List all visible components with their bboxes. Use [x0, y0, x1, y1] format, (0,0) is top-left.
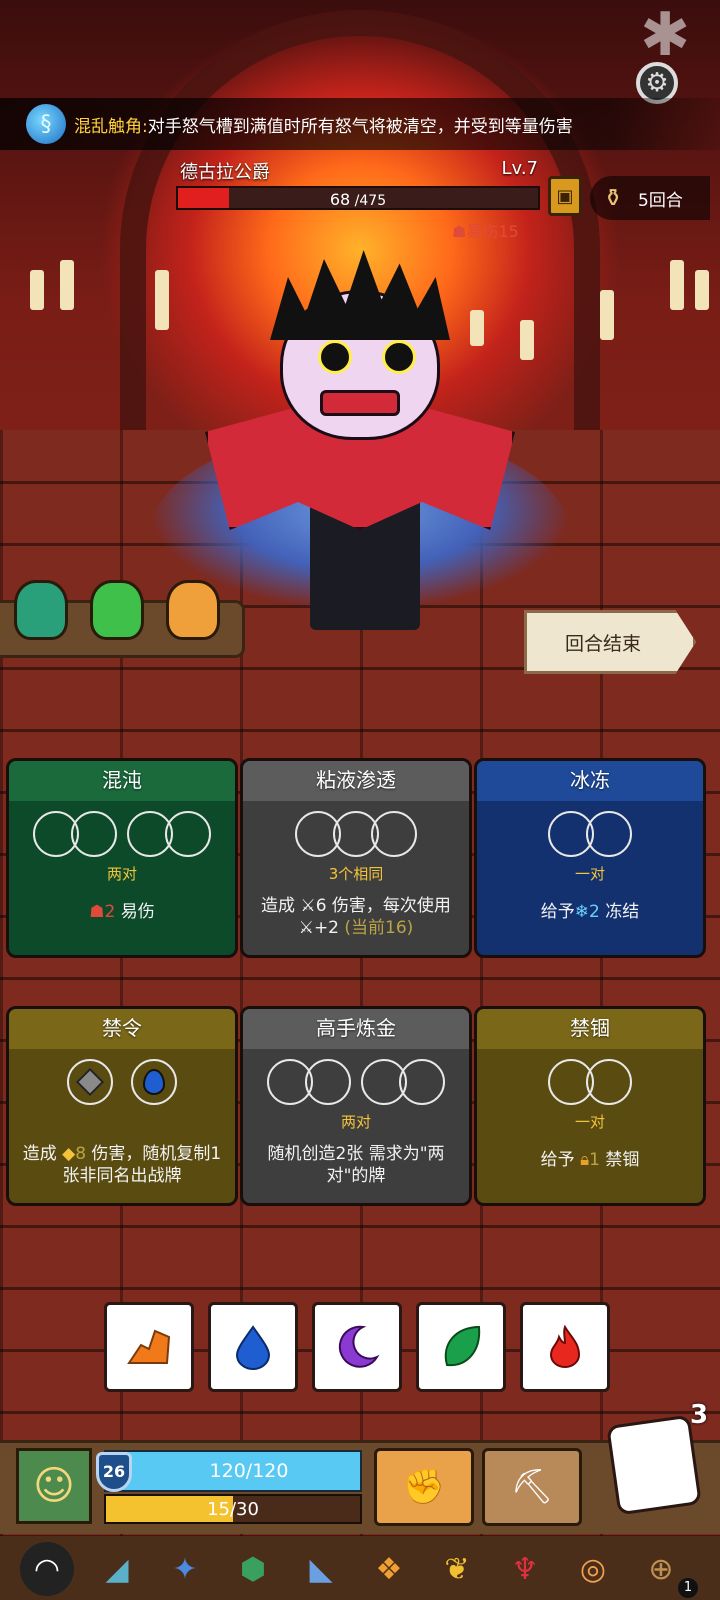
- card-forbid[interactable]: 禁令 造成 ◆8 伤害，随机复制1张非同名出战牌: [6, 1006, 238, 1206]
- turtle-shell-relic-icon[interactable]: ⬢: [226, 1542, 280, 1596]
- green-potion-icon[interactable]: [14, 580, 68, 640]
- skill-name: 混乱触角:: [74, 116, 148, 137]
- lime-potion-icon[interactable]: [90, 580, 144, 640]
- fist-skill-button[interactable]: ✊: [374, 1448, 474, 1526]
- card-effect: 给予❄2 冻结: [540, 902, 640, 922]
- die-fire[interactable]: [520, 1302, 610, 1392]
- ice-blade-relic-icon[interactable]: ◣: [294, 1542, 348, 1596]
- card-title: 禁令: [9, 1009, 235, 1049]
- player-hp-bar: 120/120: [104, 1450, 362, 1492]
- round-label: 5回合: [638, 190, 683, 211]
- tentacle-skill-icon: §: [26, 104, 66, 144]
- card-requirement: 3个相同: [328, 865, 384, 883]
- card-effect: 造成 ⚔6 伤害，每次使用 ⚔+2 (当前16): [261, 896, 451, 938]
- card-requirement: 一对: [574, 865, 605, 883]
- boss-intent-card-icon[interactable]: ▣: [548, 176, 582, 216]
- card-effect: 造成 ◆8 伤害，随机复制1张非同名出战牌: [22, 1144, 222, 1186]
- red-flame-icon: [549, 1324, 581, 1368]
- orange-rock-icon: [127, 1329, 171, 1364]
- compass-relic-icon[interactable]: ✦: [158, 1542, 212, 1596]
- boss-hair: [270, 250, 450, 340]
- pickaxe-skill-button[interactable]: ⛏: [482, 1448, 582, 1526]
- boss-hp-bar: 68 /475: [176, 186, 540, 210]
- card-master-alchemy[interactable]: 高手炼金 两对 随机创造2张 需求为"两对"的牌: [240, 1006, 472, 1206]
- purple-moon-icon: [338, 1325, 380, 1368]
- die-water[interactable]: [208, 1302, 298, 1392]
- spider-web-icon: ✱: [640, 0, 691, 70]
- card-slime-seep[interactable]: 粘液渗透 3个相同 造成 ⚔6 伤害，每次使用 ⚔+2 (当前16): [240, 758, 472, 958]
- die-rock[interactable]: [104, 1302, 194, 1392]
- card-effect: 随机创造2张 需求为"两对"的牌: [267, 1144, 445, 1186]
- dice-slots: [243, 811, 469, 857]
- boss-hp-text: 68 /475: [329, 190, 387, 209]
- flame-bird-relic-icon[interactable]: ❖: [362, 1542, 416, 1596]
- player-level-badge: 26: [96, 1452, 132, 1492]
- hourglass-icon: ⚱: [602, 184, 624, 212]
- snowflake-icon: ❄: [574, 902, 589, 922]
- fist-icon: ✊: [402, 1467, 446, 1507]
- card-title: 混沌: [9, 761, 235, 801]
- card-title: 高手炼金: [243, 1009, 469, 1049]
- card-effect: 给予 🔒︎1 禁锢: [540, 1150, 640, 1170]
- player-xp-bar: 15/30: [104, 1494, 362, 1524]
- skill-description: 对手怒气槽到满值时所有怒气将被清空，并受到等量伤害: [147, 116, 573, 137]
- player-xp-text: 15/30: [207, 1499, 259, 1520]
- blade-relic-icon[interactable]: ◢: [90, 1542, 144, 1596]
- player-avatar[interactable]: ☺: [16, 1448, 92, 1524]
- pickaxe-icon: ⛏: [510, 1467, 554, 1507]
- boss-status-panel: 德古拉公爵 Lv.7 68 /475: [172, 154, 544, 216]
- drop-slot-icon: [131, 1059, 177, 1105]
- dice-slots: [477, 1059, 703, 1105]
- sword-icon: ⚔: [298, 918, 314, 938]
- relic-count-badge: 1: [678, 1578, 698, 1598]
- boss-level: Lv.7: [501, 158, 538, 179]
- blue-drop-icon: [235, 1325, 271, 1370]
- dice-bag-count: 3: [690, 1400, 709, 1430]
- end-turn-button[interactable]: 回合结束: [524, 610, 696, 674]
- card-freeze[interactable]: 冰冻 一对 给予❄2 冻结: [474, 758, 706, 958]
- die-moon[interactable]: [312, 1302, 402, 1392]
- card-requirement: 两对: [340, 1113, 371, 1131]
- card-title: 冰冻: [477, 761, 703, 801]
- green-leaf-icon: [444, 1325, 481, 1367]
- die-leaf[interactable]: [416, 1302, 506, 1392]
- card-requirement: 一对: [574, 1113, 605, 1131]
- vulnerable-icon: ☗: [452, 222, 467, 241]
- orange-ring-relic-icon[interactable]: ◎: [566, 1542, 620, 1596]
- vulnerable-icon: ☗: [89, 902, 105, 922]
- boss-name: 德古拉公爵: [180, 162, 270, 183]
- card-imprison[interactable]: 禁锢 一对 给予 🔒︎1 禁锢: [474, 1006, 706, 1206]
- dice-slots: [477, 811, 703, 857]
- card-title: 禁锢: [477, 1009, 703, 1049]
- sword-icon: ⚔: [300, 896, 316, 916]
- feather-relic-icon[interactable]: ❦: [430, 1542, 484, 1596]
- card-effect: ☗2 易伤: [89, 902, 155, 922]
- dice-slots: [9, 811, 235, 857]
- boss-skill-banner: § 混乱触角: 对手怒气槽到满值时所有怒气将被清空，并受到等量伤害: [0, 98, 720, 150]
- orange-potion-icon[interactable]: [166, 580, 220, 640]
- card-requirement: 两对: [106, 865, 137, 883]
- dice-slots: [9, 1059, 235, 1105]
- card-chaos[interactable]: 混沌 两对 ☗2 易伤: [6, 758, 238, 958]
- boss-mouth: [320, 390, 400, 416]
- dice-bag-button[interactable]: [606, 1414, 702, 1516]
- card-title: 粘液渗透: [243, 761, 469, 801]
- boss-vulnerable-status: ☗易伤15: [452, 222, 519, 241]
- boss-eye-right: [382, 340, 416, 374]
- lock-icon: 🔒︎: [580, 1150, 590, 1170]
- round-counter: ⚱ 5回合: [590, 176, 710, 220]
- dice-slots: [243, 1059, 469, 1105]
- boss-eye-left: [318, 340, 352, 374]
- demon-mask-relic-icon[interactable]: ♆: [498, 1542, 552, 1596]
- collar-relic-icon[interactable]: ◠: [20, 1542, 74, 1596]
- diamond-icon: ◆: [62, 1144, 76, 1164]
- diamond-slot-icon: [67, 1059, 113, 1105]
